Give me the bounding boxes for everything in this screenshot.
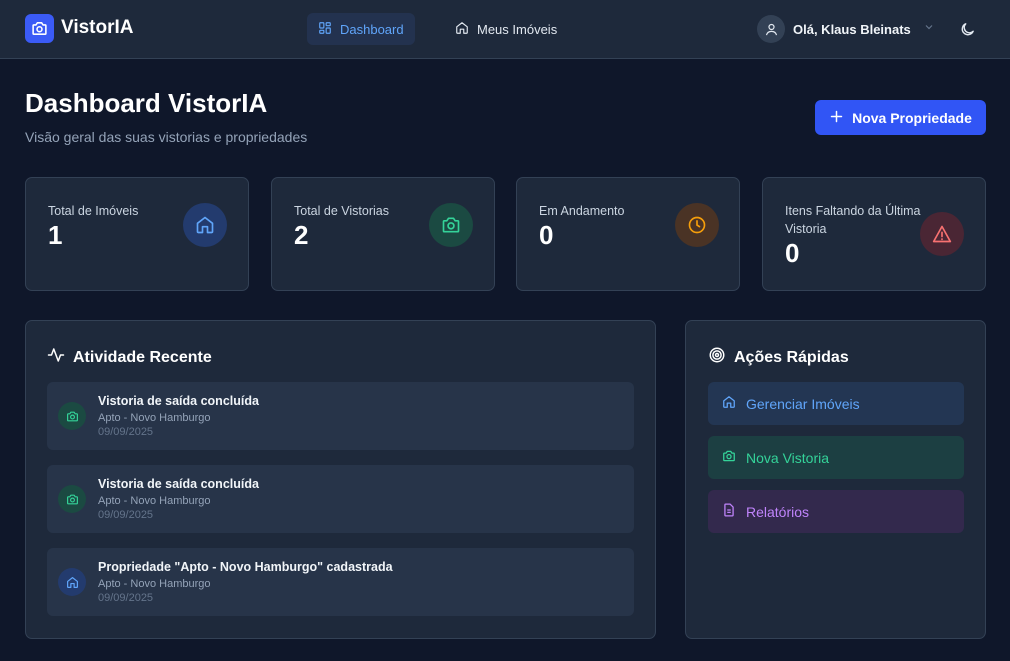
stat-card-itens-faltando: Itens Faltando da Última Vistoria 0	[762, 177, 986, 291]
stat-value: 0	[539, 220, 554, 250]
activity-title: Vistoria de saída concluída	[98, 477, 259, 491]
manage-properties-label: Gerenciar Imóveis	[746, 395, 860, 412]
camera-icon	[58, 402, 86, 430]
recent-activity-label: Atividade Recente	[73, 348, 212, 366]
plus-icon	[829, 109, 844, 127]
home-icon	[722, 395, 736, 412]
stat-value: 0	[785, 238, 800, 268]
theme-toggle-moon-icon[interactable]	[956, 18, 978, 40]
manage-properties-button[interactable]: Gerenciar Imóveis	[708, 382, 964, 425]
nav-dashboard-label: Dashboard	[340, 21, 404, 37]
stat-card-vistorias: Total de Vistorias 2	[271, 177, 495, 291]
target-icon	[708, 346, 726, 369]
nav-dashboard[interactable]: Dashboard	[307, 13, 415, 45]
camera-icon	[429, 203, 473, 247]
activity-title: Propriedade "Apto - Novo Hamburgo" cadas…	[98, 560, 393, 574]
page-title: Dashboard VistorIA	[25, 88, 268, 118]
user-greeting: Olá, Klaus Bleinats	[793, 21, 911, 37]
activity-item[interactable]: Vistoria de saída concluída Apto - Novo …	[47, 465, 634, 533]
new-property-label: Nova Propriedade	[852, 109, 972, 126]
quick-actions-label: Ações Rápidas	[734, 348, 849, 366]
camera-icon[interactable]	[25, 14, 54, 43]
stat-label: Total de Vistorias	[294, 204, 389, 218]
home-icon	[183, 203, 227, 247]
activity-property: Apto - Novo Hamburgo	[98, 495, 211, 507]
app-name[interactable]: VistorIA	[61, 17, 134, 39]
user-menu[interactable]: Olá, Klaus Bleinats	[757, 14, 935, 44]
grid-icon	[318, 21, 332, 38]
activity-property: Apto - Novo Hamburgo	[98, 412, 211, 424]
home-icon	[455, 21, 469, 38]
page-subtitle: Visão geral das suas vistorias e proprie…	[25, 129, 308, 145]
stat-label: Em Andamento	[539, 204, 625, 218]
reports-button[interactable]: Relatórios	[708, 490, 964, 533]
nav-meus-imoveis[interactable]: Meus Imóveis	[444, 13, 568, 45]
alert-triangle-icon	[920, 212, 964, 256]
activity-title: Vistoria de saída concluída	[98, 394, 259, 408]
camera-icon	[58, 485, 86, 513]
stat-value: 1	[48, 220, 63, 250]
stat-label: Itens Faltando da Última Vistoria	[785, 204, 921, 236]
user-icon	[757, 15, 785, 43]
camera-icon	[722, 449, 736, 466]
new-property-button[interactable]: Nova Propriedade	[815, 100, 986, 135]
activity-date: 09/09/2025	[98, 592, 154, 604]
activity-item[interactable]: Vistoria de saída concluída Apto - Novo …	[47, 382, 634, 450]
reports-label: Relatórios	[746, 503, 810, 520]
home-icon	[58, 568, 86, 596]
stat-card-andamento: Em Andamento 0	[516, 177, 740, 291]
activity-date: 09/09/2025	[98, 509, 154, 521]
document-icon	[722, 503, 736, 520]
recent-activity-panel: Atividade Recente Vistoria de saída conc…	[25, 320, 656, 639]
activity-item[interactable]: Propriedade "Apto - Novo Hamburgo" cadas…	[47, 548, 634, 616]
top-navbar: VistorIA Dashboard Meus Imóveis Olá, Kla…	[0, 0, 1010, 59]
chevron-down-icon	[923, 20, 935, 38]
recent-activity-title: Atividade Recente	[47, 346, 212, 369]
quick-actions-panel: Ações Rápidas Gerenciar Imóveis Nova Vis…	[685, 320, 986, 639]
stat-label: Total de Imóveis	[48, 204, 139, 218]
new-inspection-button[interactable]: Nova Vistoria	[708, 436, 964, 479]
activity-property: Apto - Novo Hamburgo	[98, 578, 211, 590]
quick-actions-title: Ações Rápidas	[708, 346, 849, 369]
stat-value: 2	[294, 220, 309, 250]
stat-card-imoveis: Total de Imóveis 1	[25, 177, 249, 291]
activity-date: 09/09/2025	[98, 426, 154, 438]
new-inspection-label: Nova Vistoria	[746, 449, 830, 466]
activity-pulse-icon	[47, 346, 65, 369]
clock-icon	[675, 203, 719, 247]
nav-meus-imoveis-label: Meus Imóveis	[477, 21, 558, 37]
